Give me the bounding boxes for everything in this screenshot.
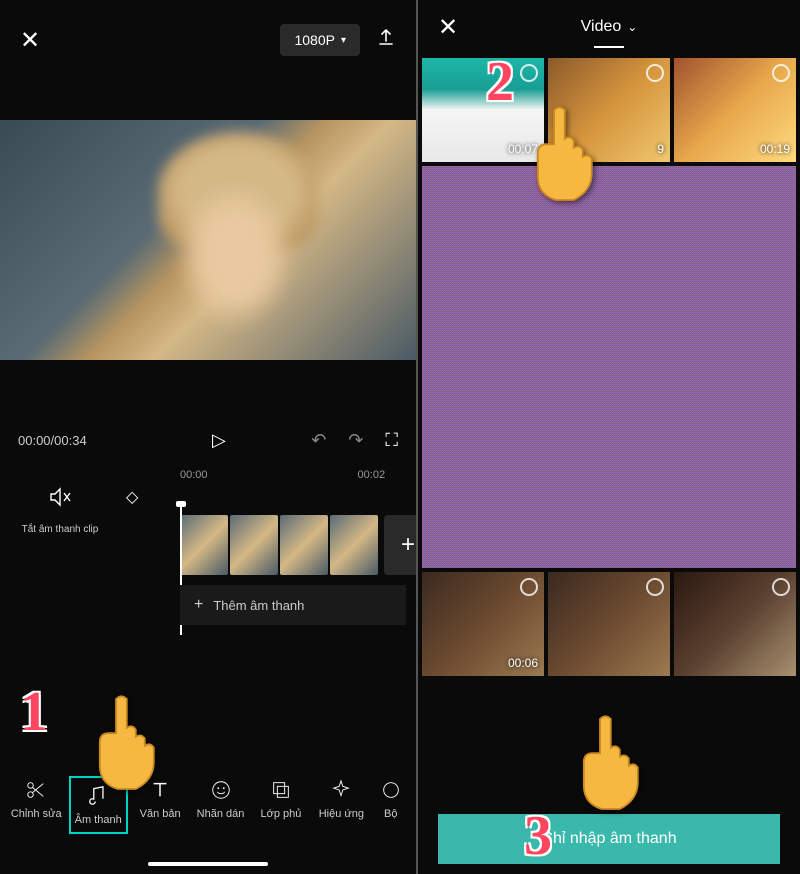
video-thumbnail[interactable]: 9 (548, 58, 670, 162)
undo-icon[interactable]: ↶ (311, 430, 326, 451)
music-note-icon (86, 784, 110, 808)
add-audio-track[interactable]: Thêm âm thanh (180, 585, 406, 625)
tool-text[interactable]: Văn bản (134, 778, 186, 832)
select-circle-icon[interactable] (520, 578, 538, 596)
add-audio-label: Thêm âm thanh (213, 598, 304, 613)
sparkle-icon (329, 778, 353, 802)
video-duration: 00:06 (508, 656, 538, 670)
censored-thumbnails (422, 166, 796, 568)
tool-label: Chỉnh sửa (11, 808, 62, 820)
ruler-mark: 00:02 (358, 469, 386, 481)
editor-screen: ✕ 1080P 00:00/00:34 ▷ ↶ ↷ ⛶ 00:00 00:02 … (0, 0, 418, 874)
video-thumbnail[interactable] (548, 572, 670, 676)
tool-label: Bộ (384, 808, 397, 820)
add-clip-button[interactable]: + (384, 515, 418, 575)
clip-thumbnail[interactable] (230, 515, 278, 575)
play-icon[interactable]: ▷ (212, 430, 226, 451)
video-grid-bottom: 00:06 (418, 568, 800, 680)
home-indicator[interactable] (148, 862, 268, 866)
resolution-button[interactable]: 1080P (280, 24, 360, 56)
video-thumbnail[interactable] (674, 572, 796, 676)
tool-label: Âm thanh (75, 814, 122, 826)
export-icon[interactable] (376, 28, 396, 53)
close-icon[interactable]: ✕ (20, 26, 40, 55)
redo-icon[interactable]: ↷ (348, 430, 363, 451)
annotation-number-1: 1 (20, 680, 48, 744)
playback-controls: ↶ ↷ ⛶ (311, 430, 398, 451)
video-thumbnail[interactable]: 00:07 (422, 58, 544, 162)
picker-tab-video[interactable]: Video (581, 18, 638, 36)
video-duration: 00:19 (760, 142, 790, 156)
text-icon (148, 778, 172, 802)
fullscreen-icon[interactable]: ⛶ (385, 430, 398, 451)
timeline[interactable]: Tắt âm thanh clip ◇ + Thêm âm thanh (0, 485, 416, 645)
video-thumbnail[interactable]: 00:19 (674, 58, 796, 162)
mute-label: Tắt âm thanh clip (22, 524, 99, 535)
video-preview[interactable] (0, 120, 416, 360)
tool-edit[interactable]: Chỉnh sửa (10, 778, 62, 832)
tool-label: Lớp phủ (260, 808, 301, 820)
tool-effect[interactable]: Hiệu ứng (315, 778, 367, 832)
select-circle-icon[interactable] (772, 64, 790, 82)
clip-thumbnail[interactable] (180, 515, 228, 575)
overlay-icon (269, 778, 293, 802)
close-icon[interactable]: ✕ (438, 13, 458, 42)
playback-bar: 00:00/00:34 ▷ ↶ ↷ ⛶ (0, 420, 416, 461)
tool-audio[interactable]: Âm thanh (71, 778, 126, 832)
video-thumbnail[interactable]: 00:06 (422, 572, 544, 676)
mute-clip-button[interactable]: Tắt âm thanh clip (20, 485, 100, 537)
timeline-ruler: 00:00 00:02 (0, 461, 416, 485)
tool-label: Hiệu ứng (319, 808, 364, 820)
editor-header: ✕ 1080P (0, 0, 416, 80)
sticker-icon (209, 778, 233, 802)
select-circle-icon[interactable] (646, 578, 664, 596)
pointing-hand-icon (564, 709, 654, 824)
filter-icon (379, 778, 403, 802)
video-clip-track[interactable]: + (180, 515, 418, 575)
tool-label: Nhãn dán (197, 808, 245, 820)
picker-screen: ✕ Video 00:07 9 00:19 00:06 Chỉ nhập âm … (418, 0, 800, 874)
bottom-toolbar: Chỉnh sửa Âm thanh Văn bản Nhãn dán Lớp … (0, 766, 416, 844)
video-duration: 9 (657, 142, 664, 156)
picker-header: ✕ Video (418, 0, 800, 54)
tool-overlay[interactable]: Lớp phủ (255, 778, 307, 832)
clip-thumbnail[interactable] (330, 515, 378, 575)
clip-thumbnail[interactable] (280, 515, 328, 575)
keyframe-icon[interactable]: ◇ (126, 487, 138, 507)
scissors-icon (24, 778, 48, 802)
video-duration: 00:07 (508, 142, 538, 156)
select-circle-icon[interactable] (520, 64, 538, 82)
tool-label: Văn bản (140, 808, 181, 820)
import-audio-button[interactable]: Chỉ nhập âm thanh (438, 814, 780, 864)
ruler-mark: 00:00 (180, 469, 208, 481)
select-circle-icon[interactable] (772, 578, 790, 596)
select-circle-icon[interactable] (646, 64, 664, 82)
time-display: 00:00/00:34 (18, 433, 87, 448)
tool-sticker[interactable]: Nhãn dán (195, 778, 247, 832)
tool-more[interactable]: Bộ (376, 778, 406, 832)
speaker-muted-icon (20, 485, 100, 515)
header-actions: 1080P (280, 24, 396, 56)
video-grid-top: 00:07 9 00:19 (418, 54, 800, 166)
